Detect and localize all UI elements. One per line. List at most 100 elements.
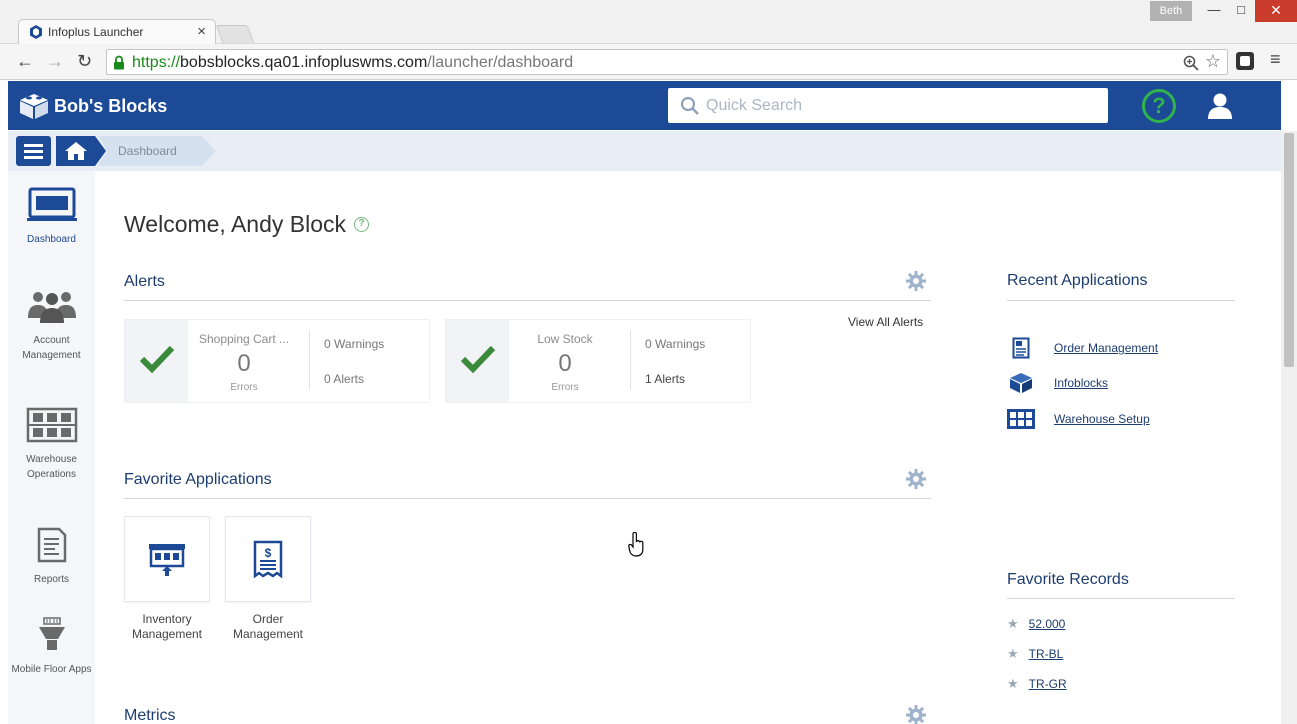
svg-text:$: $: [265, 546, 272, 560]
alert-error-label: Errors: [551, 382, 579, 393]
browser-toolbar: ← → ↻ https://bobsblocks.qa01.infopluswm…: [0, 44, 1297, 80]
alert-divider: [309, 330, 310, 390]
recent-app-order-management[interactable]: Order Management: [1005, 336, 1158, 360]
alert-status: [125, 320, 188, 402]
window-minimize-button[interactable]: —: [1199, 0, 1229, 22]
alert-alerts: 0 Alerts: [324, 372, 365, 386]
sidebar-item-dashboard[interactable]: Dashboard: [8, 187, 95, 247]
recent-divider: [1007, 300, 1235, 301]
favorite-record[interactable]: ★ TR-BL: [1007, 646, 1063, 662]
warehouse-setup-icon: [1005, 407, 1037, 431]
alert-warnings: 0 Warnings: [645, 337, 706, 351]
alerts-title: Alerts: [124, 273, 165, 290]
sidebar-item-label: Warehouse Operations: [26, 454, 77, 480]
url-scheme: https://: [132, 54, 181, 71]
user-profile-icon[interactable]: [1206, 92, 1234, 120]
scrollbar-thumb[interactable]: [1284, 133, 1294, 367]
browser-tab-strip: Infoplus Launcher × Beth — □ ✕: [0, 0, 1297, 45]
back-button[interactable]: ←: [16, 50, 34, 72]
sidebar-item-reports[interactable]: Reports: [8, 527, 95, 587]
url-path: /launcher/dashboard: [427, 54, 574, 71]
favorite-label: Inventory Management: [131, 612, 203, 641]
help-hint-icon[interactable]: ?: [354, 217, 370, 232]
view-all-alerts-link[interactable]: View All Alerts: [848, 315, 923, 329]
url-host: bobsblocks.qa01.infopluswms.com: [180, 54, 428, 71]
breadcrumb-home[interactable]: [56, 136, 106, 166]
star-icon: ★: [1007, 646, 1019, 661]
tab-close-icon[interactable]: ×: [197, 23, 206, 40]
address-bar[interactable]: https://bobsblocks.qa01.infopluswms.com/…: [106, 49, 1228, 75]
forward-button[interactable]: →: [46, 50, 64, 72]
favorite-record[interactable]: ★ 52.000: [1007, 616, 1065, 632]
infoplus-favicon-icon: [30, 25, 42, 39]
alert-card-low-stock[interactable]: Low Stock 0 Errors 0 Warnings 1 Alerts: [445, 319, 751, 403]
browser-menu-icon[interactable]: ≡: [1270, 49, 1281, 70]
breadcrumb-dashboard: Dashboard: [98, 136, 216, 166]
favorites-settings-gear-icon[interactable]: [906, 469, 926, 489]
infoblocks-icon: [1005, 371, 1037, 395]
url-text: https://bobsblocks.qa01.infopluswms.com/…: [132, 54, 573, 72]
extension-icon[interactable]: [1236, 52, 1254, 70]
lock-icon: [114, 55, 124, 70]
favorite-label: Order Management: [232, 612, 304, 641]
favorite-record-link[interactable]: TR-GR: [1029, 677, 1067, 691]
alerts-divider: [124, 300, 931, 301]
metrics-settings-gear-icon[interactable]: [906, 705, 926, 724]
star-icon: ★: [1007, 616, 1019, 631]
alerts-settings-gear-icon[interactable]: [906, 271, 926, 291]
browser-profile-badge[interactable]: Beth: [1150, 1, 1192, 21]
favorite-records-title: Favorite Records: [1007, 571, 1129, 588]
recent-app-link[interactable]: Order Management: [1054, 341, 1158, 355]
sidebar-item-account-management[interactable]: Account Management: [8, 288, 95, 363]
blocks-logo-icon: [20, 94, 48, 119]
window-maximize-button[interactable]: □: [1226, 0, 1256, 22]
recent-app-link[interactable]: Warehouse Setup: [1054, 412, 1150, 426]
window-close-button[interactable]: ✕: [1255, 0, 1297, 22]
checkmark-icon: [460, 345, 496, 374]
favorite-record-link[interactable]: TR-BL: [1029, 647, 1064, 661]
search-icon: [680, 96, 699, 115]
checkmark-icon: [139, 345, 175, 374]
alert-divider: [630, 330, 631, 390]
sidebar-item-label: Account Management: [22, 335, 81, 361]
quick-search-input[interactable]: [706, 94, 1096, 118]
alert-warnings: 0 Warnings: [324, 337, 385, 351]
sidebar-item-label: Mobile Floor Apps: [11, 664, 92, 675]
recent-app-warehouse-setup[interactable]: Warehouse Setup: [1005, 407, 1150, 431]
users-icon: [27, 292, 76, 323]
recent-app-infoblocks[interactable]: Infoblocks: [1005, 371, 1108, 395]
favorite-record-link[interactable]: 52.000: [1029, 617, 1066, 631]
brand-name: Bob's Blocks: [54, 95, 168, 116]
favorites-divider: [124, 498, 931, 499]
sidebar-item-warehouse-operations[interactable]: Warehouse Operations: [8, 407, 95, 482]
mobile-floor-icon: [38, 617, 65, 650]
inventory-icon: [149, 544, 185, 576]
breadcrumb: Dashboard: [8, 131, 1281, 171]
favorite-inventory-management[interactable]: [124, 516, 210, 602]
recent-app-link[interactable]: Infoblocks: [1054, 376, 1108, 390]
bookmark-star-icon[interactable]: ☆: [1205, 51, 1221, 72]
hand-cursor-icon: [628, 532, 644, 557]
page-scrollbar[interactable]: [1281, 131, 1297, 724]
favorite-record[interactable]: ★ TR-GR: [1007, 676, 1067, 692]
sidebar-item-label: Reports: [33, 574, 69, 585]
alert-title: Shopping Cart ...: [198, 332, 290, 346]
brand-logo[interactable]: Bob's Blocks: [18, 92, 167, 120]
dashboard-main: Welcome, Andy Block ? Alerts View All Al…: [95, 171, 1281, 724]
new-tab-button[interactable]: [215, 25, 255, 43]
warehouse-icon: [26, 407, 77, 443]
favorite-records-divider: [1007, 598, 1235, 599]
monitor-icon: [26, 187, 77, 221]
quick-search[interactable]: [668, 88, 1108, 123]
favorites-title: Favorite Applications: [124, 471, 272, 488]
help-button[interactable]: ?: [1142, 89, 1176, 123]
menu-toggle-button[interactable]: [16, 136, 51, 166]
sidebar-item-mobile-floor-apps[interactable]: Mobile Floor Apps: [8, 617, 95, 677]
zoom-icon[interactable]: [1183, 55, 1199, 71]
reload-button[interactable]: ↻: [77, 50, 92, 72]
recent-applications-title: Recent Applications: [1007, 272, 1148, 289]
favorite-order-management[interactable]: $: [225, 516, 311, 602]
alert-title: Low Stock: [537, 332, 593, 346]
alert-card-shopping-cart[interactable]: Shopping Cart ... 0 Errors 0 Warnings 0 …: [124, 319, 430, 403]
browser-tab[interactable]: Infoplus Launcher ×: [18, 19, 216, 45]
